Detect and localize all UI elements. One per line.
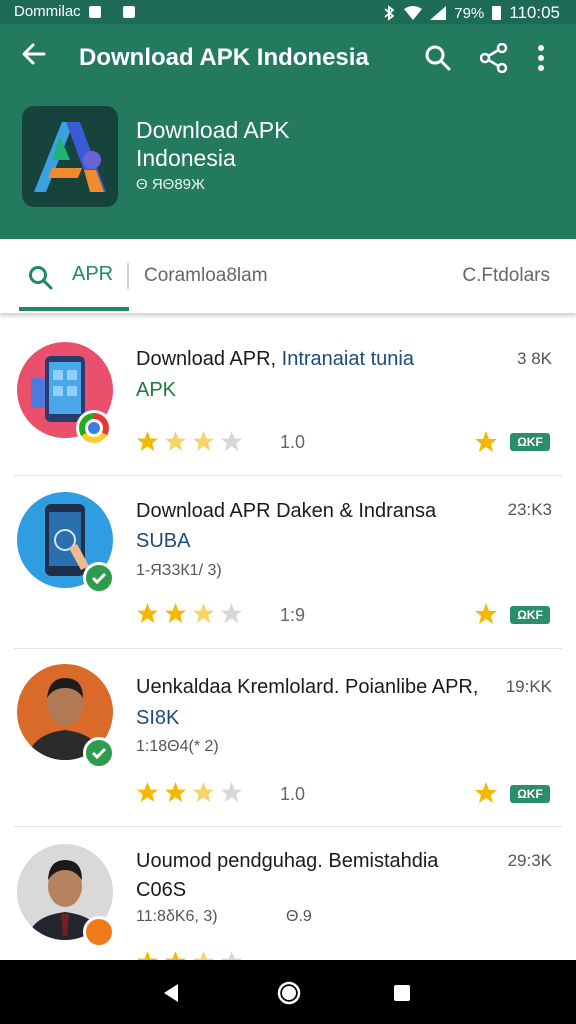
star-icon xyxy=(192,602,215,624)
back-arrow-icon[interactable] xyxy=(20,40,48,68)
item-size: 19:KK xyxy=(505,677,552,696)
item-title: Download APR, Intranaiat tunia xyxy=(136,348,414,370)
item-subtitle: C06S xyxy=(136,879,187,901)
star-icon xyxy=(220,602,243,624)
star-icon[interactable] xyxy=(474,781,498,805)
divider xyxy=(14,826,562,827)
status-bar: Dommilac 79% 110:05 xyxy=(0,0,576,24)
share-icon[interactable] xyxy=(480,43,508,73)
bluetooth-icon xyxy=(384,5,395,21)
tab-divider xyxy=(127,263,129,289)
app-header: Download APK Indonesia Download APK Indo… xyxy=(0,24,576,239)
chrome-icon xyxy=(76,410,112,446)
install-chip[interactable]: ΩKF xyxy=(510,433,550,451)
badge-icon xyxy=(83,916,115,948)
item-title: Download APR Daken & Indransa xyxy=(136,500,437,522)
item-size: 23:K3 xyxy=(507,500,552,519)
clock: 110:05 xyxy=(509,3,560,22)
list-item[interactable]: Download APR Daken & Indransa SUBA 1-ЯЗ3… xyxy=(0,478,576,648)
wifi-icon xyxy=(404,6,423,20)
app-meta: Θ ЯΘ89Ж xyxy=(136,176,205,193)
star-icon xyxy=(164,781,187,803)
item-subtitle: SI8K xyxy=(136,707,180,729)
nav-back-icon[interactable] xyxy=(160,982,182,1004)
battery-percent: 79% xyxy=(454,4,485,22)
tab-second[interactable]: Coramloa8lam xyxy=(144,265,268,287)
rating-value: 1.0 xyxy=(280,784,306,804)
check-badge-icon xyxy=(83,737,115,769)
rating-value: 1:9 xyxy=(280,605,306,625)
nav-recents-icon[interactable] xyxy=(393,984,411,1002)
star-icon xyxy=(164,602,187,624)
star-icon xyxy=(192,781,215,803)
item-meta: 1-ЯЗ3К1/ 3) xyxy=(136,562,222,579)
nav-home-icon[interactable] xyxy=(276,980,302,1006)
star-rating xyxy=(136,430,243,453)
star-icon xyxy=(164,430,187,452)
search-icon[interactable] xyxy=(424,44,452,72)
divider xyxy=(14,648,562,649)
page-title: Download APK Indonesia xyxy=(79,44,369,71)
signal-icon xyxy=(430,6,447,20)
star-icon xyxy=(220,781,243,803)
notification-icon-2 xyxy=(122,5,135,18)
tab-bar: APR Coramloa8lam C.Ftdolars xyxy=(0,239,576,313)
battery-icon xyxy=(492,6,502,20)
item-subtitle: SUBA xyxy=(136,530,191,552)
rating-value: 1.0 xyxy=(280,432,306,452)
star-icon xyxy=(136,781,159,803)
star-rating xyxy=(136,781,243,804)
item-meta: 1:18Θ4(* 2) xyxy=(136,738,219,755)
star-icon[interactable] xyxy=(474,602,498,626)
item-meta-2: Θ.9 xyxy=(286,908,312,925)
more-vert-icon[interactable] xyxy=(536,44,546,72)
system-nav-bar xyxy=(0,960,576,1024)
app-name: Download APK Indonesia xyxy=(136,117,290,171)
star-icon[interactable] xyxy=(474,430,498,454)
divider xyxy=(14,475,562,476)
check-badge-icon xyxy=(83,562,115,594)
list-item[interactable]: Uoumod pendguhag. Bemistahdia C06S 11:8δ… xyxy=(0,828,576,972)
item-size: 29:3K xyxy=(507,851,552,870)
item-size: 3 8K xyxy=(517,349,552,368)
list-item[interactable]: Uenkaldaa Kremlolard. Poianlibe APR, SI8… xyxy=(0,650,576,826)
tab-apr[interactable]: APR xyxy=(72,263,113,286)
item-title: Uenkaldaa Kremlolard. Poianlibe APR, xyxy=(136,676,479,698)
search-icon[interactable] xyxy=(28,265,54,291)
star-icon xyxy=(136,430,159,452)
star-icon xyxy=(220,430,243,452)
star-icon xyxy=(192,430,215,452)
star-rating xyxy=(136,602,243,625)
install-chip[interactable]: ΩKF xyxy=(510,785,550,803)
list-item[interactable]: Download APR, Intranaiat tunia APK 3 8K … xyxy=(0,330,576,476)
install-chip[interactable]: ΩKF xyxy=(510,606,550,624)
star-icon xyxy=(136,602,159,624)
item-subtitle: APK xyxy=(136,379,177,401)
app-logo xyxy=(22,106,118,207)
active-tab-indicator xyxy=(19,307,129,311)
item-meta: 11:8δK6, 3) xyxy=(136,908,218,925)
notification-icon xyxy=(88,5,101,18)
status-carrier: Dommilac xyxy=(14,3,81,20)
tab-third[interactable]: C.Ftdolars xyxy=(462,265,550,287)
item-title: Uoumod pendguhag. Bemistahdia xyxy=(136,850,439,872)
